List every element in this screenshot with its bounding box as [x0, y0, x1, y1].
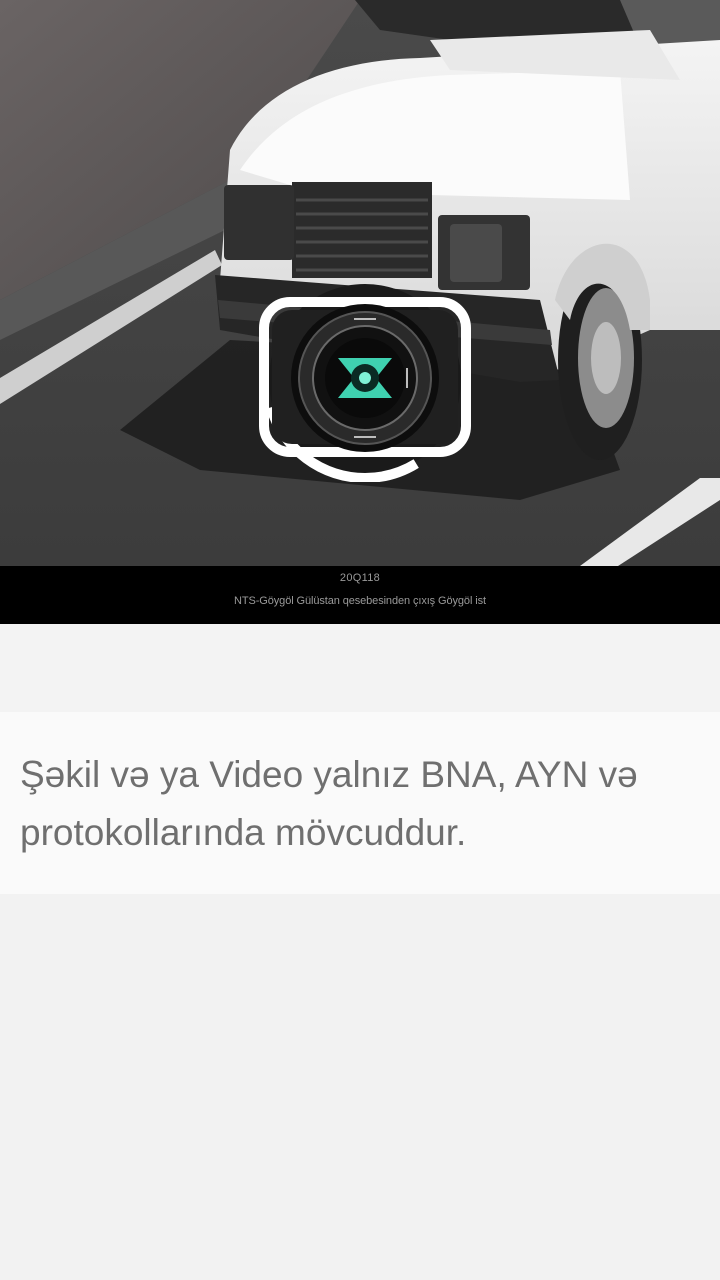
- photo-caption: 20Q118 NTS-Göygöl Gülüstan qesebesinden …: [0, 566, 720, 624]
- camera-location-text: NTS-Göygöl Gülüstan qesebesinden çıxış G…: [234, 595, 486, 607]
- notice-text: Şəkil və ya Video yalnız BNA, AYN və pro…: [20, 754, 638, 853]
- notice-card: Şəkil və ya Video yalnız BNA, AYN və pro…: [0, 712, 720, 894]
- empty-content-area: [0, 894, 720, 1280]
- camera-icon[interactable]: [258, 278, 472, 482]
- violation-photo[interactable]: [0, 0, 720, 566]
- spacer: [0, 624, 720, 712]
- camera-id-text: 20Q118: [339, 572, 381, 584]
